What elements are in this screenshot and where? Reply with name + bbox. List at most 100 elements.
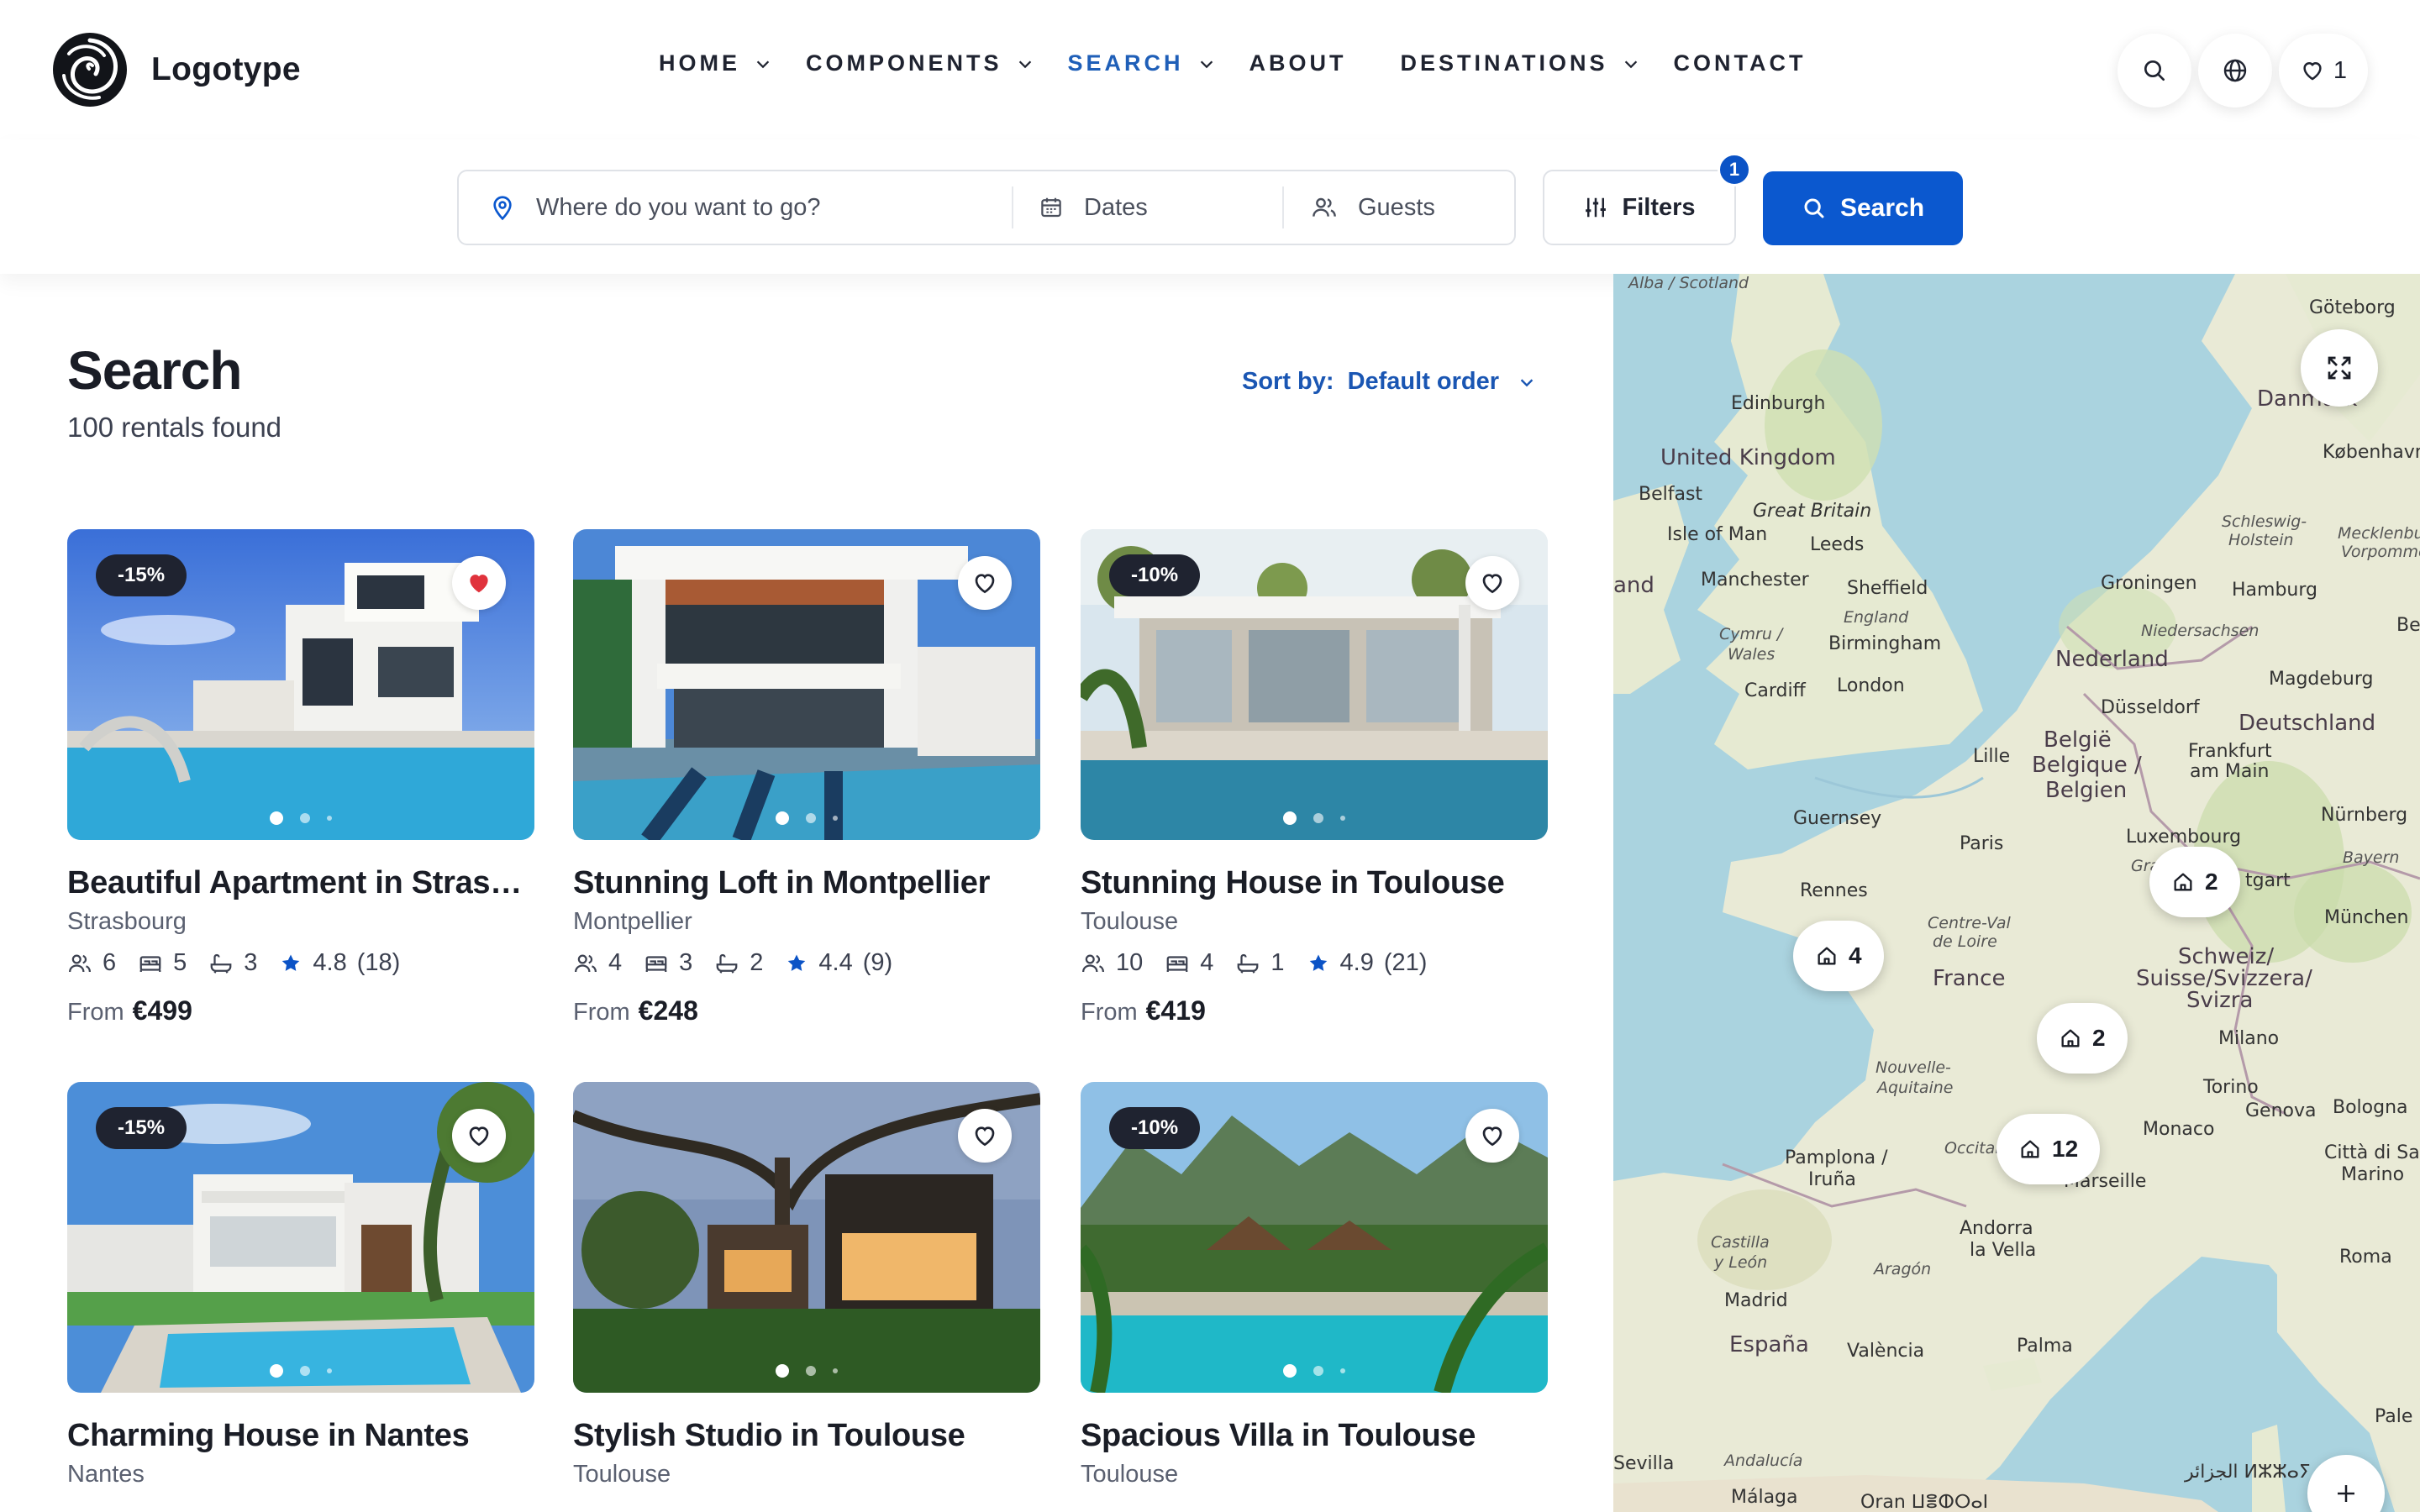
carousel-dots[interactable] (1081, 1364, 1548, 1378)
carousel-dots[interactable] (573, 1364, 1040, 1378)
map-label: Andorra (1960, 1218, 2033, 1239)
map-label: la Vella (1970, 1240, 2037, 1261)
heart-filled-icon (470, 575, 488, 593)
map-cluster-marker[interactable]: 2 (2149, 847, 2240, 917)
map-label: Castilla (1711, 1233, 1770, 1252)
nav-item-home[interactable]: HOME (659, 50, 772, 76)
listing-city: Montpellier (573, 908, 692, 935)
listing-image[interactable]: -10% (1081, 1082, 1548, 1393)
map-label: Belgique / (2032, 753, 2142, 778)
map-cluster-marker[interactable]: 2 (2037, 1003, 2128, 1074)
price-prefix: From (1081, 999, 1138, 1026)
nav-item-label: SEARCH (1067, 50, 1184, 76)
map-label: Centre-Val (1928, 914, 2011, 932)
nav-item-label: COMPONENTS (806, 50, 1002, 76)
listing-title[interactable]: Stunning House in Toulouse (1081, 865, 1548, 901)
expand-icon (2328, 356, 2351, 380)
search-form: Where do you want to go? Dates Guests (457, 170, 1516, 245)
logo-mark-icon (53, 33, 127, 107)
map-label: Oran ⵡⴻⵀⵔⴰⵏ (1860, 1492, 1989, 1512)
favorite-button[interactable] (452, 1109, 506, 1163)
logo[interactable]: Logotype (52, 32, 301, 108)
bath-icon (1238, 953, 1259, 974)
listing-price: From €248 (573, 995, 1040, 1026)
listing-title[interactable]: Charming House in Nantes (67, 1418, 534, 1454)
favorite-button[interactable] (1465, 556, 1519, 610)
nav-item-destinations[interactable]: DESTINATIONS (1401, 50, 1640, 76)
sort-dropdown[interactable]: Sort by: Default order (1242, 368, 1536, 396)
map-label: Nouvelle- (1876, 1058, 1951, 1077)
map-label: Leeds (1810, 534, 1865, 555)
carousel-dots[interactable] (67, 1364, 534, 1378)
destination-field[interactable]: Where do you want to go? (459, 186, 1013, 228)
carousel-dots[interactable] (573, 811, 1040, 825)
listing-card[interactable]: -15% Beautiful Apartment in Strasbourg S… (67, 529, 534, 1026)
listing-amenities: 6 5 3 4.8 (18) (67, 949, 534, 977)
listing-image[interactable]: -15% (67, 1082, 534, 1393)
dates-field[interactable]: Dates (1013, 186, 1284, 228)
listing-title[interactable]: Stunning Loft in Montpellier (573, 865, 1040, 901)
review-count: (21) (1383, 949, 1428, 976)
guests-field[interactable]: Guests (1284, 186, 1511, 228)
sliders-icon (1586, 197, 1607, 218)
listing-card[interactable]: -10% Stunning House in Toulouse Toulouse… (1081, 529, 1548, 1026)
main-nav: HOME COMPONENTS SEARCH ABOUT DESTINATION… (659, 50, 1840, 76)
nav-item-about[interactable]: ABOUT (1249, 50, 1347, 76)
results-map[interactable]: Alba / Scotland Edinburgh United Kingdom… (1613, 274, 2420, 1512)
chevron-down-icon (1624, 60, 1637, 68)
bath-icon (716, 953, 738, 974)
search-icon (1804, 198, 1824, 218)
favorite-button[interactable] (1465, 1109, 1519, 1163)
nav-item-contact[interactable]: CONTACT (1674, 50, 1807, 76)
price-value: €419 (1145, 995, 1206, 1026)
listing-card[interactable]: -10% Spacious Villa in Toulouse Toulouse (1081, 1082, 1548, 1488)
filters-button[interactable]: Filters (1543, 170, 1736, 245)
map-label: Wales (1728, 645, 1776, 664)
nav-item-search[interactable]: SEARCH (1068, 50, 1216, 76)
language-button[interactable] (2198, 34, 2272, 108)
listing-image[interactable] (573, 529, 1040, 840)
favorite-button[interactable] (958, 1109, 1012, 1163)
carousel-dots[interactable] (1081, 811, 1548, 825)
listing-image[interactable]: -15% (67, 529, 534, 840)
nav-item-label: DESTINATIONS (1400, 50, 1608, 76)
map-cluster-marker[interactable]: 4 (1793, 921, 1884, 991)
listing-card[interactable]: Stylish Studio in Toulouse Toulouse (573, 1082, 1040, 1488)
map-label: Cardiff (1744, 680, 1806, 701)
carousel-dots[interactable] (67, 811, 534, 825)
map-label: الجزائر ⵍⵣⵣⴰⵢ (2185, 1462, 2311, 1483)
map-label: Palma (2017, 1336, 2073, 1357)
map-cluster-marker[interactable]: 12 (1996, 1114, 2101, 1184)
listing-title[interactable]: Stylish Studio in Toulouse (573, 1418, 1040, 1454)
listing-amenities: 4 3 2 4.4 (9) (573, 949, 1040, 977)
map-label: Roma (2339, 1247, 2392, 1268)
favorite-button[interactable] (452, 556, 506, 610)
nav-item-components[interactable]: COMPONENTS (806, 50, 1034, 76)
globe-icon (2223, 59, 2247, 82)
search-bar-section: Where do you want to go? Dates Guests Fi… (0, 139, 2420, 274)
map-label: Belfast (1639, 484, 1703, 505)
map-label: Alba / Scotland (1628, 274, 1749, 292)
listing-image[interactable]: -10% (1081, 529, 1548, 840)
search-button[interactable]: Search (1763, 171, 1963, 245)
map-fullscreen-button[interactable] (2301, 329, 2378, 407)
listing-card[interactable]: -15% Charming House in Nantes Nantes (67, 1082, 534, 1488)
price-value: €499 (132, 995, 192, 1026)
baths-count: 3 (244, 949, 258, 976)
listing-title[interactable]: Spacious Villa in Toulouse (1081, 1418, 1548, 1454)
favorite-button[interactable] (958, 556, 1012, 610)
wishlist-button[interactable]: 1 (2279, 34, 2368, 108)
header-search-button[interactable] (2118, 34, 2191, 108)
listing-image[interactable] (573, 1082, 1040, 1393)
map-label: Hamburg (2232, 580, 2317, 601)
map-label: Isle of Man (1667, 524, 1768, 545)
top-header: Logotype HOME COMPONENTS SEARCH ABOUT DE… (0, 0, 2420, 139)
listing-card[interactable]: Stunning Loft in Montpellier Montpellier… (573, 529, 1040, 1026)
listing-title[interactable]: Beautiful Apartment in Strasbourg (67, 865, 534, 901)
map-label: Milano (2218, 1028, 2280, 1049)
map-label: Mecklenbur (2338, 524, 2420, 543)
map-label: Schleswig- (2222, 512, 2307, 531)
house-icon (2061, 1029, 2080, 1047)
discount-badge: -15% (96, 1107, 187, 1149)
map-label: Deutschland (2238, 711, 2376, 736)
